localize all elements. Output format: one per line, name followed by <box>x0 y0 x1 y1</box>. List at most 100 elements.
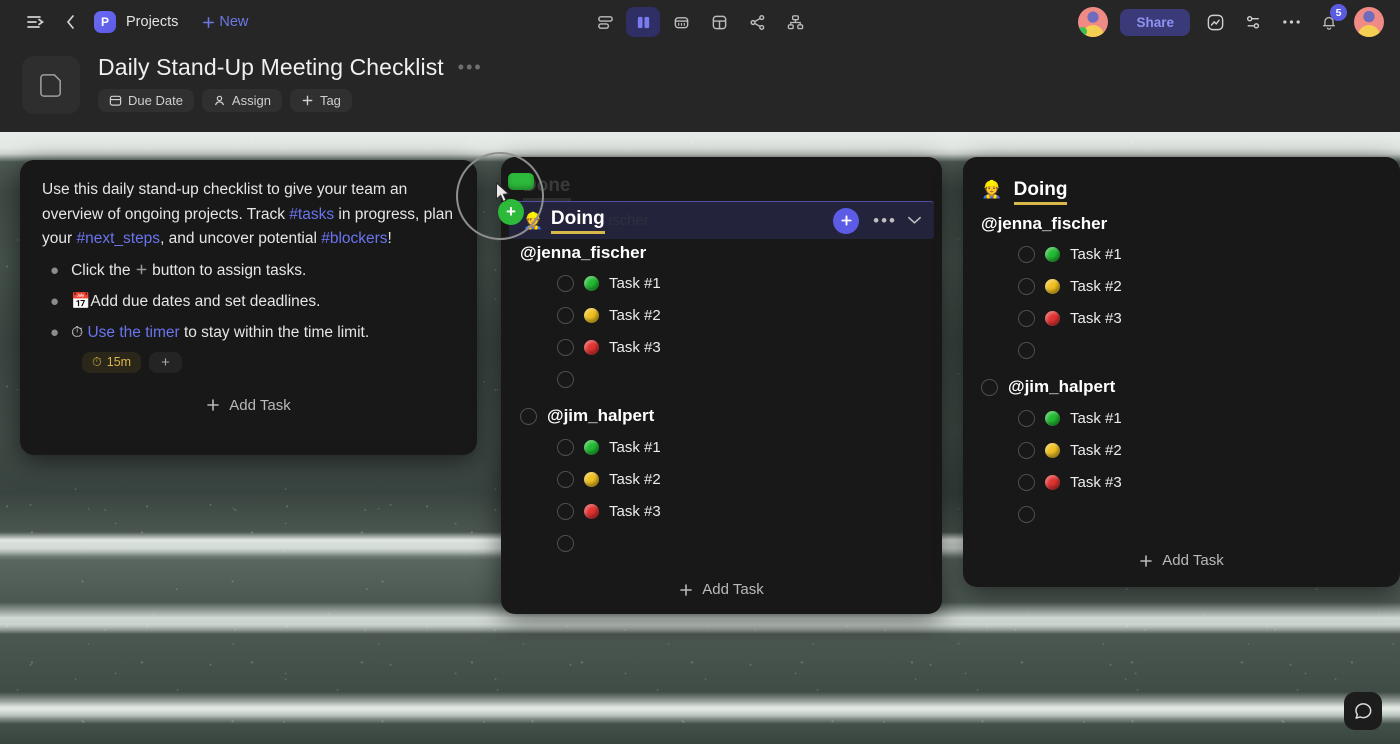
task-checkbox[interactable] <box>1018 342 1035 359</box>
construction-worker-emoji-icon: 👷 <box>523 212 543 230</box>
task-row[interactable]: Task #1 <box>1018 246 1381 263</box>
add-task-label: Add Task <box>1162 552 1224 569</box>
task-checkbox[interactable] <box>557 439 574 456</box>
task-list-jenna: Task #1 Task #2 Task #3 <box>981 246 1381 359</box>
task-row[interactable]: Task #3 <box>1018 310 1381 327</box>
project-avatar-badge[interactable]: P <box>94 11 116 33</box>
task-row[interactable]: Task #2 <box>1018 442 1381 459</box>
task-row-empty[interactable] <box>1018 506 1381 523</box>
due-date-chip[interactable]: Due Date <box>98 89 194 112</box>
task-checkbox[interactable] <box>1018 246 1035 263</box>
notifications-bell-button[interactable]: 5 <box>1316 4 1347 35</box>
stopwatch-icon: ⏱ <box>92 354 102 369</box>
task-row[interactable]: Task #2 <box>1018 278 1381 295</box>
task-checkbox[interactable] <box>557 503 574 520</box>
task-checkbox[interactable] <box>1018 410 1035 427</box>
status-ball-yellow <box>584 308 599 323</box>
task-checkbox[interactable] <box>1018 442 1035 459</box>
add-task-button-right[interactable]: Add Task <box>963 552 1400 569</box>
task-row-empty[interactable] <box>557 535 920 552</box>
owner-checkbox[interactable] <box>520 407 537 425</box>
task-row[interactable]: Task #1 <box>557 439 920 456</box>
status-ball-yellow <box>584 472 599 487</box>
task-row[interactable]: Task #2 <box>557 471 920 488</box>
column-more-icon[interactable]: ••• <box>873 211 897 231</box>
task-label: Task #1 <box>1070 246 1122 263</box>
notes-card: Use this daily stand-up checklist to giv… <box>20 160 477 455</box>
task-checkbox[interactable] <box>557 535 574 552</box>
back-chevron-icon[interactable] <box>58 9 84 35</box>
task-row[interactable]: Task #1 <box>557 275 920 292</box>
task-checkbox[interactable] <box>1018 506 1035 523</box>
hashtag-tasks[interactable]: #tasks <box>289 206 334 223</box>
breadcrumb-project-name[interactable]: Projects <box>126 14 178 30</box>
task-row-empty[interactable] <box>1018 342 1381 359</box>
collaborator-avatar[interactable] <box>1078 7 1109 37</box>
share-graph-view-button[interactable] <box>740 7 774 37</box>
task-row[interactable]: Task #3 <box>1018 474 1381 491</box>
owner-label-jenna[interactable]: @jenna_fischer <box>520 243 920 263</box>
task-row[interactable]: Task #3 <box>557 503 920 520</box>
list-item: ● Click the button to assign tasks. <box>50 259 455 283</box>
list-view-button[interactable] <box>588 7 622 37</box>
task-checkbox[interactable] <box>557 307 574 324</box>
more-options-icon[interactable] <box>1278 9 1304 35</box>
task-row[interactable]: Task #1 <box>1018 410 1381 427</box>
hashtag-next-steps[interactable]: #next_steps <box>76 230 160 247</box>
org-chart-view-button[interactable] <box>778 7 812 37</box>
toolbar-right-group: Share 5 <box>1078 4 1384 37</box>
task-list-jim: Task #1 Task #2 Task #3 <box>981 410 1381 523</box>
task-checkbox[interactable] <box>1018 474 1035 491</box>
dragged-column-title: Doing <box>550 208 605 234</box>
share-button[interactable]: Share <box>1120 8 1190 36</box>
add-timer-button[interactable]: + <box>149 351 182 373</box>
assign-chip[interactable]: Assign <box>201 89 282 112</box>
calendar-emoji-icon: 📅 <box>71 292 91 310</box>
task-checkbox[interactable] <box>557 275 574 292</box>
page-title[interactable]: Daily Stand-Up Meeting Checklist <box>98 54 444 81</box>
task-checkbox[interactable] <box>1018 310 1035 327</box>
task-checkbox[interactable] <box>1018 278 1035 295</box>
new-button[interactable]: New <box>202 14 248 30</box>
plus-icon <box>1140 554 1153 567</box>
calendar-view-button[interactable] <box>664 7 698 37</box>
hashtag-blockers[interactable]: #blockers <box>321 230 387 247</box>
document-header-text: Daily Stand-Up Meeting Checklist ••• Due… <box>98 54 483 112</box>
user-profile-avatar[interactable] <box>1354 7 1384 37</box>
column-collapse-chevron-icon[interactable] <box>907 212 922 230</box>
add-task-button-mid[interactable]: Add Task <box>501 581 942 598</box>
task-label: Task #2 <box>1070 278 1122 295</box>
task-label: Task #1 <box>609 275 661 292</box>
filter-sliders-icon[interactable] <box>1240 9 1266 35</box>
task-row[interactable]: Task #2 <box>557 307 920 324</box>
dragged-column-header-row[interactable]: 👷 Doing ischer ••• <box>509 201 934 239</box>
calendar-icon <box>109 95 122 106</box>
board-view-button[interactable] <box>626 7 660 37</box>
timer-duration-pill[interactable]: ⏱ 15m <box>82 351 142 373</box>
bullet-dot: ● <box>50 323 60 341</box>
share-nodes-icon <box>749 14 764 30</box>
due-date-chip-label: Due Date <box>128 93 183 108</box>
tag-chip[interactable]: Tag <box>289 89 352 112</box>
use-the-timer-link[interactable]: Use the timer <box>87 324 179 341</box>
table-view-button[interactable] <box>702 7 736 37</box>
task-checkbox[interactable] <box>557 471 574 488</box>
task-checkbox[interactable] <box>557 371 574 388</box>
task-checkbox[interactable] <box>557 339 574 356</box>
owner-row-jim[interactable]: @jim_halpert <box>981 377 1381 397</box>
list-item: ● 📅Add due dates and set deadlines. <box>50 290 455 314</box>
document-more-icon[interactable]: ••• <box>458 57 483 78</box>
owner-label-jenna[interactable]: @jenna_fischer <box>981 214 1381 234</box>
task-row[interactable]: Task #3 <box>557 339 920 356</box>
owner-checkbox[interactable] <box>981 378 998 396</box>
add-task-button-notes[interactable]: Add Task <box>42 397 455 414</box>
notes-paragraph: Use this daily stand-up checklist to giv… <box>42 178 455 252</box>
owner-row-jim[interactable]: @jim_halpert <box>520 406 920 426</box>
chat-bubble-button[interactable] <box>1344 692 1382 730</box>
sidebar-expand-icon[interactable] <box>22 9 48 35</box>
column-title-doing[interactable]: Doing <box>1013 179 1068 205</box>
add-item-button[interactable] <box>833 207 860 234</box>
activity-chart-icon[interactable] <box>1202 9 1228 35</box>
task-row-empty[interactable] <box>557 371 920 388</box>
assign-chip-label: Assign <box>231 93 271 108</box>
